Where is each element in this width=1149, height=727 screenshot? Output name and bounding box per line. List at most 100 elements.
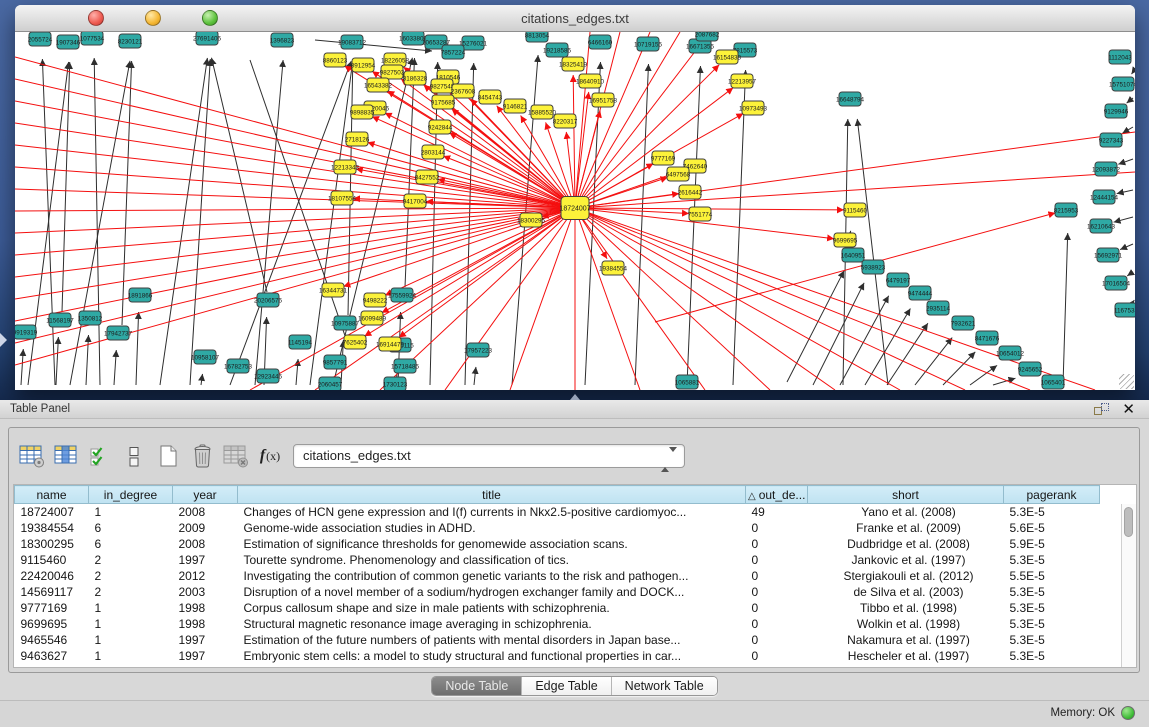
cell-short[interactable]: Franke et al. (2009) <box>808 520 1004 536</box>
network-node[interactable]: 1891866 <box>128 288 153 302</box>
table-select-dropdown[interactable]: citations_edges.txt <box>293 444 685 468</box>
network-node[interactable]: 9919319 <box>15 325 38 339</box>
cell-title[interactable]: Genome-wide association studies in ADHD. <box>238 520 746 536</box>
cell-in_degree[interactable]: 1 <box>89 648 173 664</box>
network-node[interactable]: 8230121 <box>118 34 143 48</box>
cell-pagerank[interactable]: 5.3E-5 <box>1004 648 1100 664</box>
network-node[interactable]: 18724007 <box>559 197 590 220</box>
splitter-handle-icon[interactable] <box>570 394 580 400</box>
network-node[interactable]: 18325419 <box>559 57 588 71</box>
table-row[interactable]: 969969511998Structural magnetic resonanc… <box>15 616 1100 632</box>
network-node[interactable]: 2803144 <box>421 145 446 159</box>
cell-title[interactable]: Estimation of significance thresholds fo… <box>238 536 746 552</box>
network-node[interactable]: 17559924 <box>388 288 417 302</box>
network-node[interactable]: 2087682 <box>695 32 720 41</box>
cell-out_degree[interactable]: 0 <box>746 632 808 648</box>
network-node[interactable]: 2055724 <box>28 32 53 46</box>
cell-in_degree[interactable]: 6 <box>89 520 173 536</box>
cell-out_degree[interactable]: 0 <box>746 600 808 616</box>
cell-pagerank[interactable]: 5.3E-5 <box>1004 632 1100 648</box>
network-node[interactable]: 10654012 <box>996 346 1025 360</box>
network-node[interactable]: 5938923 <box>861 260 886 274</box>
network-node[interactable]: 2616442 <box>678 185 703 199</box>
new-table-icon[interactable] <box>151 441 185 471</box>
network-node[interactable]: 18107554 <box>328 191 357 205</box>
cell-name[interactable]: 18300295 <box>15 536 89 552</box>
cell-year[interactable]: 1998 <box>173 600 238 616</box>
network-node[interactable]: 2935114 <box>926 301 951 315</box>
cell-pagerank[interactable]: 5.3E-5 <box>1004 584 1100 600</box>
tab-edge-table[interactable]: Edge Table <box>522 677 611 695</box>
cell-year[interactable]: 1997 <box>173 632 238 648</box>
memory-status[interactable]: Memory: OK <box>1050 706 1135 720</box>
network-node[interactable]: 9777169 <box>651 151 676 165</box>
column-header-name[interactable]: name <box>15 486 89 504</box>
network-node[interactable]: 8186328 <box>403 71 428 85</box>
network-node[interactable]: 17016504 <box>1102 276 1131 290</box>
column-header-in_degree[interactable]: in_degree <box>89 486 173 504</box>
column-visibility-icon[interactable] <box>49 441 83 471</box>
tab-node-table[interactable]: Node Table <box>432 677 522 695</box>
network-node[interactable]: 16782753 <box>224 359 253 373</box>
network-node[interactable]: 2060457 <box>318 377 343 390</box>
cell-year[interactable]: 1998 <box>173 616 238 632</box>
network-node[interactable]: 8813054 <box>525 32 550 42</box>
network-node[interactable]: 12093872 <box>1092 162 1121 176</box>
network-node[interactable]: 9898835 <box>350 105 375 119</box>
network-node[interactable]: 18640910 <box>576 74 605 88</box>
network-node[interactable]: 1077534 <box>80 32 105 45</box>
network-node[interactable]: 12923446 <box>254 369 283 383</box>
network-node[interactable]: 10958107 <box>191 350 220 364</box>
network-node[interactable]: 1065401 <box>1041 375 1066 389</box>
network-node[interactable]: 1065881 <box>675 375 700 389</box>
network-node[interactable]: 1640951 <box>841 248 866 262</box>
network-node[interactable]: 8427552 <box>415 170 440 184</box>
cell-short[interactable]: Wolkin et al. (1998) <box>808 616 1004 632</box>
column-header-pagerank[interactable]: pagerank <box>1004 486 1100 504</box>
cell-title[interactable]: Estimation of the future numbers of pati… <box>238 632 746 648</box>
cell-year[interactable]: 2008 <box>173 504 238 520</box>
cell-title[interactable]: Disruption of a novel member of a sodium… <box>238 584 746 600</box>
network-window[interactable]: citations_edges.txt 20557241907346107753… <box>15 5 1135 390</box>
network-node[interactable]: 18300295 <box>517 213 546 227</box>
network-node[interactable]: 27691406 <box>193 32 222 45</box>
network-node[interactable]: 2367608 <box>451 84 476 98</box>
cell-in_degree[interactable]: 6 <box>89 536 173 552</box>
network-node[interactable]: 15751074 <box>1109 77 1135 91</box>
network-node[interactable]: 9245652 <box>1018 362 1043 376</box>
cell-short[interactable]: Hescheler et al. (1997) <box>808 648 1004 664</box>
delete-column-icon[interactable] <box>219 441 253 471</box>
scrollbar-thumb[interactable] <box>1124 507 1133 537</box>
network-node[interactable]: 1350812 <box>78 311 103 325</box>
network-window-titlebar[interactable]: citations_edges.txt <box>15 5 1135 32</box>
resize-grip-icon[interactable] <box>1119 374 1134 389</box>
cell-title[interactable]: Corpus callosum shape and size in male p… <box>238 600 746 616</box>
cell-name[interactable]: 9463627 <box>15 648 89 664</box>
cell-year[interactable]: 1997 <box>173 552 238 568</box>
network-node[interactable]: 16648794 <box>836 92 865 106</box>
cell-in_degree[interactable]: 2 <box>89 552 173 568</box>
cell-out_degree[interactable]: 0 <box>746 584 808 600</box>
cell-name[interactable]: 9115460 <box>15 552 89 568</box>
table-row[interactable]: 2242004622012Investigating the contribut… <box>15 568 1100 584</box>
delete-table-icon[interactable] <box>185 441 219 471</box>
network-node[interactable]: 8471676 <box>975 331 1000 345</box>
selection-mode-icon[interactable] <box>83 441 117 471</box>
network-node[interactable]: 2718126 <box>345 132 370 146</box>
network-node[interactable]: 1145194 <box>288 335 313 349</box>
table-row[interactable]: 1872400712008Changes of HCN gene express… <box>15 504 1100 520</box>
network-node[interactable]: 7551774 <box>688 207 713 221</box>
column-header-year[interactable]: year <box>173 486 238 504</box>
cell-year[interactable]: 2003 <box>173 584 238 600</box>
network-node[interactable]: 9498222 <box>363 293 388 307</box>
tab-network-table[interactable]: Network Table <box>612 677 717 695</box>
cell-name[interactable]: 9465546 <box>15 632 89 648</box>
clear-selection-icon[interactable] <box>117 441 151 471</box>
network-node[interactable]: 1112043 <box>1108 50 1132 64</box>
cell-short[interactable]: Dudbridge et al. (2008) <box>808 536 1004 552</box>
network-node[interactable]: 11568197 <box>46 313 74 327</box>
cell-name[interactable]: 22420046 <box>15 568 89 584</box>
cell-out_degree[interactable]: 0 <box>746 568 808 584</box>
cell-in_degree[interactable]: 1 <box>89 600 173 616</box>
network-node[interactable]: 16543382 <box>364 78 393 92</box>
